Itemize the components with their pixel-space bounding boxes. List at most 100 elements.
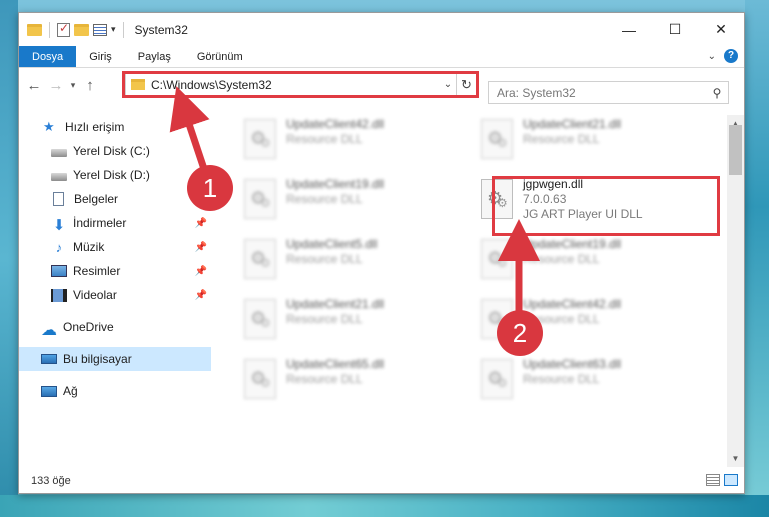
star-icon: ★: [43, 119, 55, 134]
title-bar[interactable]: ▾ System32 — ☐ ✕: [19, 13, 744, 46]
network-icon: [41, 385, 57, 397]
address-path[interactable]: C:\Windows\System32: [151, 78, 440, 92]
file-item[interactable]: ⚙ ⚙ UpdateClient19.dll Resource DLL: [477, 235, 707, 287]
file-type: Resource DLL: [286, 192, 363, 206]
file-name: UpdateClient5.dll: [286, 237, 378, 251]
sidebar-item-network[interactable]: Ağ: [19, 379, 211, 403]
quick-access-toolbar: ▾: [19, 13, 127, 46]
address-dropdown-icon[interactable]: ⌄: [440, 79, 456, 90]
file-name: UpdateClient63.dll: [523, 357, 622, 371]
file-item[interactable]: ⚙ ⚙ UpdateClient21.dll Resource DLL: [240, 295, 470, 347]
sidebar-item-this-pc[interactable]: Bu bilgisayar: [19, 347, 211, 371]
maximize-button[interactable]: ☐: [652, 13, 698, 46]
desktop-background-left: [0, 0, 18, 517]
file-item[interactable]: ⚙⚙ UpdateClient42.dllResource DLL: [240, 115, 470, 167]
file-name: UpdateClient19.dll: [286, 177, 385, 191]
properties-check-icon[interactable]: [57, 21, 70, 37]
dll-file-icon: ⚙⚙: [244, 239, 276, 279]
file-item[interactable]: ⚙ ⚙ UpdateClient63.dll Resource DLL: [477, 355, 707, 407]
vertical-scrollbar[interactable]: ▲ ▼: [727, 115, 744, 467]
sidebar-item-label: Resimler: [73, 264, 121, 278]
file-name: UpdateClient19.dll: [523, 237, 622, 251]
desktop-background-bottom: [0, 495, 769, 517]
file-type: Resource DLL: [286, 252, 363, 266]
pin-icon[interactable]: 📌: [195, 290, 207, 301]
new-folder-icon[interactable]: [74, 23, 89, 36]
tab-file[interactable]: Dosya: [19, 46, 77, 67]
refresh-button[interactable]: ↻: [456, 74, 476, 95]
sidebar-item-videos[interactable]: Videolar 📌: [19, 283, 211, 307]
close-button[interactable]: ✕: [698, 13, 744, 46]
file-explorer-window: ▾ System32 — ☐ ✕ Dosya Giriş Paylaş Görü…: [18, 12, 745, 494]
sidebar-item-label: Bu bilgisayar: [63, 352, 132, 366]
sidebar-item-label: Belgeler: [74, 192, 119, 206]
file-name: UpdateClient21.dll: [523, 117, 622, 131]
sidebar-item-label: Hızlı erişim: [65, 120, 125, 134]
file-type: Resource DLL: [523, 132, 600, 146]
dll-file-icon: ⚙⚙: [244, 179, 276, 219]
sidebar-item-music[interactable]: ♪ Müzik 📌: [19, 235, 211, 259]
sidebar-item-onedrive[interactable]: ☁ OneDrive: [19, 315, 211, 339]
expand-ribbon-icon[interactable]: ⌄: [708, 51, 716, 62]
dll-file-icon: ⚙⚙: [244, 359, 276, 399]
back-button[interactable]: ←: [23, 77, 45, 94]
address-folder-icon: [131, 79, 145, 90]
file-item[interactable]: ⚙ ⚙ UpdateClient5.dll Resource DLL: [240, 235, 470, 287]
tab-home[interactable]: Giriş: [76, 46, 125, 67]
pictures-icon: [51, 265, 67, 277]
ribbon-right-controls: ⌄ ?: [708, 49, 738, 63]
search-box[interactable]: Ara: System32 ⚲: [488, 81, 729, 104]
pin-icon[interactable]: 📌: [195, 266, 207, 277]
up-button[interactable]: ↑: [79, 77, 101, 94]
pin-icon[interactable]: 📌: [195, 218, 207, 229]
help-icon[interactable]: ?: [724, 49, 738, 63]
status-bar: 133 öğe: [19, 469, 744, 493]
music-icon: ♪: [55, 240, 63, 255]
details-view-icon[interactable]: [706, 474, 720, 486]
documents-icon: [53, 192, 64, 206]
customize-toolbar-dropdown-icon[interactable]: ▾: [111, 24, 116, 35]
scrollbar-thumb[interactable]: [729, 125, 742, 175]
videos-icon: [51, 288, 67, 302]
file-item-jgpwgen[interactable]: ⚙ ⚙ jgpwgen.dll 7.0.0.63 JG ART Player UI…: [477, 175, 707, 233]
tiles-view-icon[interactable]: [724, 474, 738, 486]
step-marker-1: 1: [187, 165, 233, 211]
sidebar-item-pictures[interactable]: Resimler 📌: [19, 259, 211, 283]
recent-locations-dropdown[interactable]: ▾: [67, 80, 79, 91]
onedrive-icon: ☁: [41, 322, 57, 339]
view-buttons: [706, 474, 738, 486]
file-item[interactable]: ⚙ ⚙ UpdateClient21.dll Resource DLL: [477, 115, 707, 167]
file-list: ⚙ ⚙ UpdateClient42.dll Resource DLL ⚙ ⚙ Upd…: [222, 115, 728, 469]
sidebar-item-local-disk-d[interactable]: Yerel Disk (D:): [19, 163, 211, 187]
desktop-background-right: [745, 0, 769, 517]
tab-share[interactable]: Paylaş: [125, 46, 184, 67]
dll-file-icon: ⚙⚙: [244, 299, 276, 339]
minimize-button[interactable]: —: [606, 13, 652, 46]
sidebar-item-label: Müzik: [73, 240, 105, 254]
dll-file-icon: ⚙⚙: [481, 119, 513, 159]
drive-icon: [51, 148, 67, 157]
tab-view[interactable]: Görünüm: [184, 46, 256, 67]
file-type: Resource DLL: [523, 372, 600, 386]
sidebar-item-downloads[interactable]: ⬇ İndirmeler 📌: [19, 211, 211, 235]
computer-icon: [41, 354, 57, 364]
sidebar-item-documents[interactable]: Belgeler: [19, 187, 211, 211]
pin-icon[interactable]: 📌: [195, 242, 207, 253]
sidebar-item-label: Videolar: [73, 288, 117, 302]
ribbon-tabs: Dosya Giriş Paylaş Görünüm ⌄ ?: [19, 46, 744, 68]
file-item[interactable]: ⚙ ⚙ UpdateClient19.dll Resource DLL: [240, 175, 470, 227]
scroll-down-icon[interactable]: ▼: [727, 450, 744, 467]
file-name: jgpwgen.dll: [523, 177, 584, 191]
file-type: Resource DLL: [286, 372, 363, 386]
file-item[interactable]: ⚙ ⚙ UpdateClient65.dll Resource DLL: [240, 355, 470, 407]
sidebar-item-local-disk-c[interactable]: Yerel Disk (C:): [19, 139, 211, 163]
sidebar-item-label: İndirmeler: [73, 216, 127, 230]
toolbar-divider: [49, 21, 50, 38]
file-name: UpdateClient42.dll: [523, 297, 622, 311]
sidebar-item-quick-access[interactable]: ★ Hızlı erişim: [19, 115, 211, 139]
dll-file-icon: ⚙⚙: [481, 239, 513, 279]
search-input[interactable]: Ara: System32: [497, 86, 706, 100]
forward-button[interactable]: →: [45, 77, 67, 94]
properties-icon[interactable]: [93, 23, 107, 36]
address-bar[interactable]: C:\Windows\System32 ⌄ ↻: [125, 73, 477, 96]
